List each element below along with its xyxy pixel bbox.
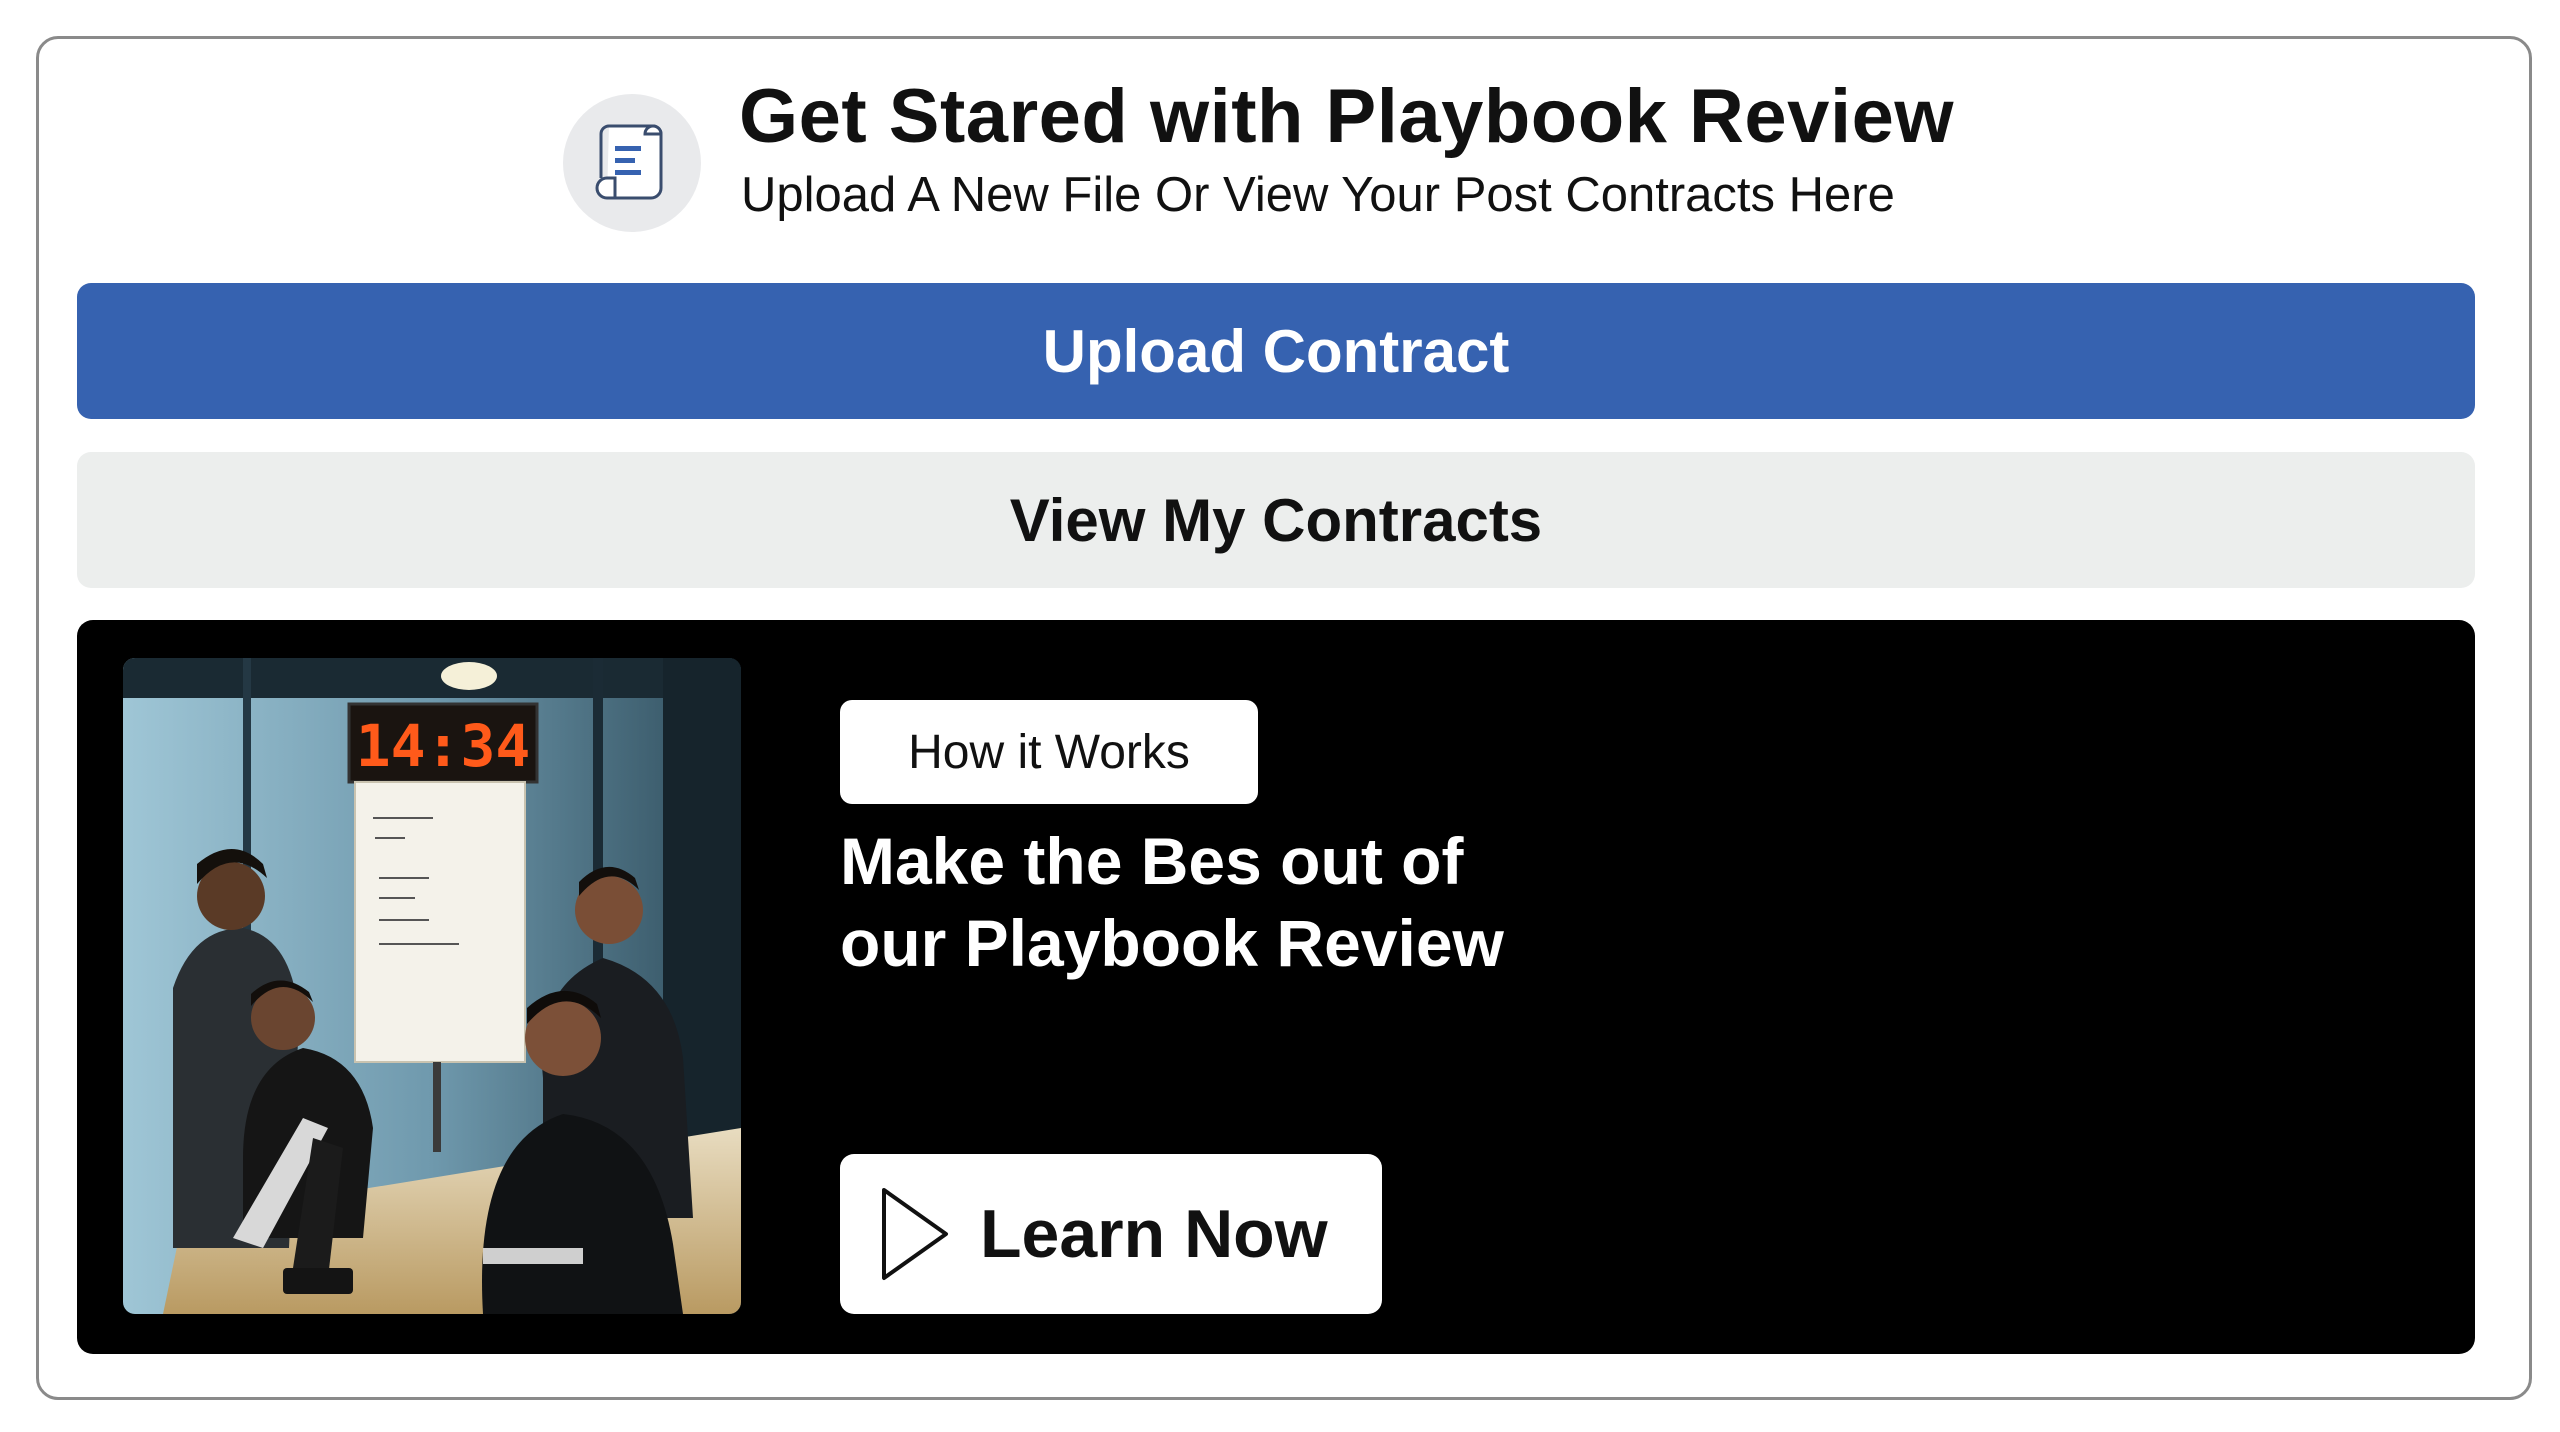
view-my-contracts-button[interactable]: View My Contracts <box>77 452 2475 588</box>
promo-headline-line-1: Make the Bes out of <box>840 824 1464 898</box>
page-title: Get Stared with Playbook Review <box>739 74 1954 159</box>
promo-headline-line-2: our Playbook Review <box>840 906 1504 980</box>
how-it-works-banner: 14:34 How it Works Make the Bes out of o… <box>77 620 2475 1354</box>
upload-contract-button[interactable]: Upload Contract <box>77 283 2475 419</box>
learn-now-button[interactable]: Learn Now <box>840 1154 1382 1314</box>
promo-headline: Make the Bes out of our Playbook Review <box>840 820 1740 984</box>
document-scroll-icon <box>563 94 701 232</box>
play-icon <box>882 1188 948 1280</box>
card-header: Get Stared with Playbook Review Upload A… <box>39 39 2529 269</box>
page-subtitle: Upload A New File Or View Your Post Cont… <box>741 168 1895 222</box>
learn-now-label: Learn Now <box>980 1196 1328 1272</box>
playbook-review-card: Get Stared with Playbook Review Upload A… <box>36 36 2532 1400</box>
how-it-works-tag: How it Works <box>840 700 1258 804</box>
clock-display: 14:34 <box>356 712 531 780</box>
business-meeting-photo: 14:34 <box>123 658 741 1314</box>
